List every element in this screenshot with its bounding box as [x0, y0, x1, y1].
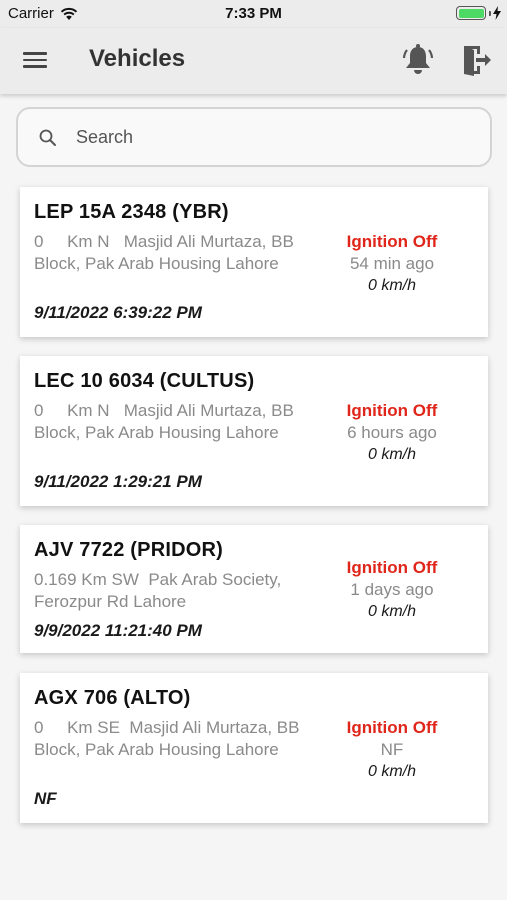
search-bar	[16, 107, 492, 167]
menu-button[interactable]	[20, 48, 50, 74]
vehicle-speed: 0 km/h	[367, 446, 416, 463]
status-right	[456, 6, 501, 20]
last-update: 6 hours ago	[347, 423, 437, 442]
bell-icon	[402, 44, 434, 74]
vehicle-status: Ignition Off 1 days ago 0 km/h	[332, 557, 452, 623]
vehicle-address: 0 Km SE Masjid Ali Murtaza, BB Block, Pa…	[34, 718, 305, 759]
vehicle-timestamp: 9/9/2022 11:21:40 PM	[34, 621, 202, 640]
vehicle-name: AJV 7722 (PRIDOR)	[34, 539, 224, 561]
app-bar: Vehicles	[0, 28, 507, 94]
charging-icon	[493, 6, 501, 20]
ignition-status: Ignition Off	[346, 718, 438, 737]
vehicle-status: Ignition Off 6 hours ago 0 km/h	[332, 400, 452, 466]
notifications-button[interactable]	[400, 42, 436, 78]
vehicle-speed: 0 km/h	[367, 277, 416, 294]
vehicle-status: Ignition Off NF 0 km/h	[332, 717, 452, 783]
logout-icon	[464, 46, 491, 76]
menu-icon	[20, 52, 50, 68]
battery-icon	[456, 6, 486, 20]
page-title: Vehicles	[89, 45, 186, 72]
vehicle-card[interactable]: AGX 706 (ALTO) 0 Km SE Masjid Ali Murtaz…	[20, 673, 488, 823]
search-icon	[39, 129, 56, 146]
ignition-status: Ignition Off	[346, 232, 438, 251]
status-time: 7:33 PM	[225, 5, 282, 22]
vehicle-card[interactable]: LEP 15A 2348 (YBR) 0 Km N Masjid Ali Mur…	[20, 187, 488, 337]
vehicle-timestamp: 9/11/2022 1:29:21 PM	[34, 472, 202, 491]
search-input[interactable]	[76, 119, 476, 155]
vehicle-address: 0.169 Km SW Pak Arab Society, Ferozpur R…	[34, 570, 286, 611]
vehicle-address: 0 Km N Masjid Ali Murtaza, BB Block, Pak…	[34, 401, 299, 442]
vehicle-card[interactable]: LEC 10 6034 (CULTUS) 0 Km N Masjid Ali M…	[20, 356, 488, 506]
last-update: 54 min ago	[349, 254, 435, 273]
vehicle-name: LEC 10 6034 (CULTUS)	[34, 370, 255, 392]
vehicle-status: Ignition Off 54 min ago 0 km/h	[332, 231, 452, 297]
vehicle-card[interactable]: AJV 7722 (PRIDOR) 0.169 Km SW Pak Arab S…	[20, 525, 488, 653]
vehicle-name: LEP 15A 2348 (YBR)	[34, 201, 229, 223]
vehicle-speed: 0 km/h	[367, 763, 416, 780]
logout-button[interactable]	[458, 42, 494, 78]
ignition-status: Ignition Off	[346, 558, 438, 577]
vehicle-timestamp: NF	[34, 789, 57, 808]
ignition-status: Ignition Off	[346, 401, 438, 420]
vehicle-address: 0 Km N Masjid Ali Murtaza, BB Block, Pak…	[34, 232, 299, 273]
last-update: 1 days ago	[350, 580, 434, 599]
status-bar: Carrier 7:33 PM	[0, 0, 507, 28]
vehicle-name: AGX 706 (ALTO)	[34, 687, 191, 709]
vehicle-timestamp: 9/11/2022 6:39:22 PM	[34, 303, 202, 322]
vehicle-speed: 0 km/h	[367, 603, 416, 620]
last-update: NF	[380, 740, 404, 759]
